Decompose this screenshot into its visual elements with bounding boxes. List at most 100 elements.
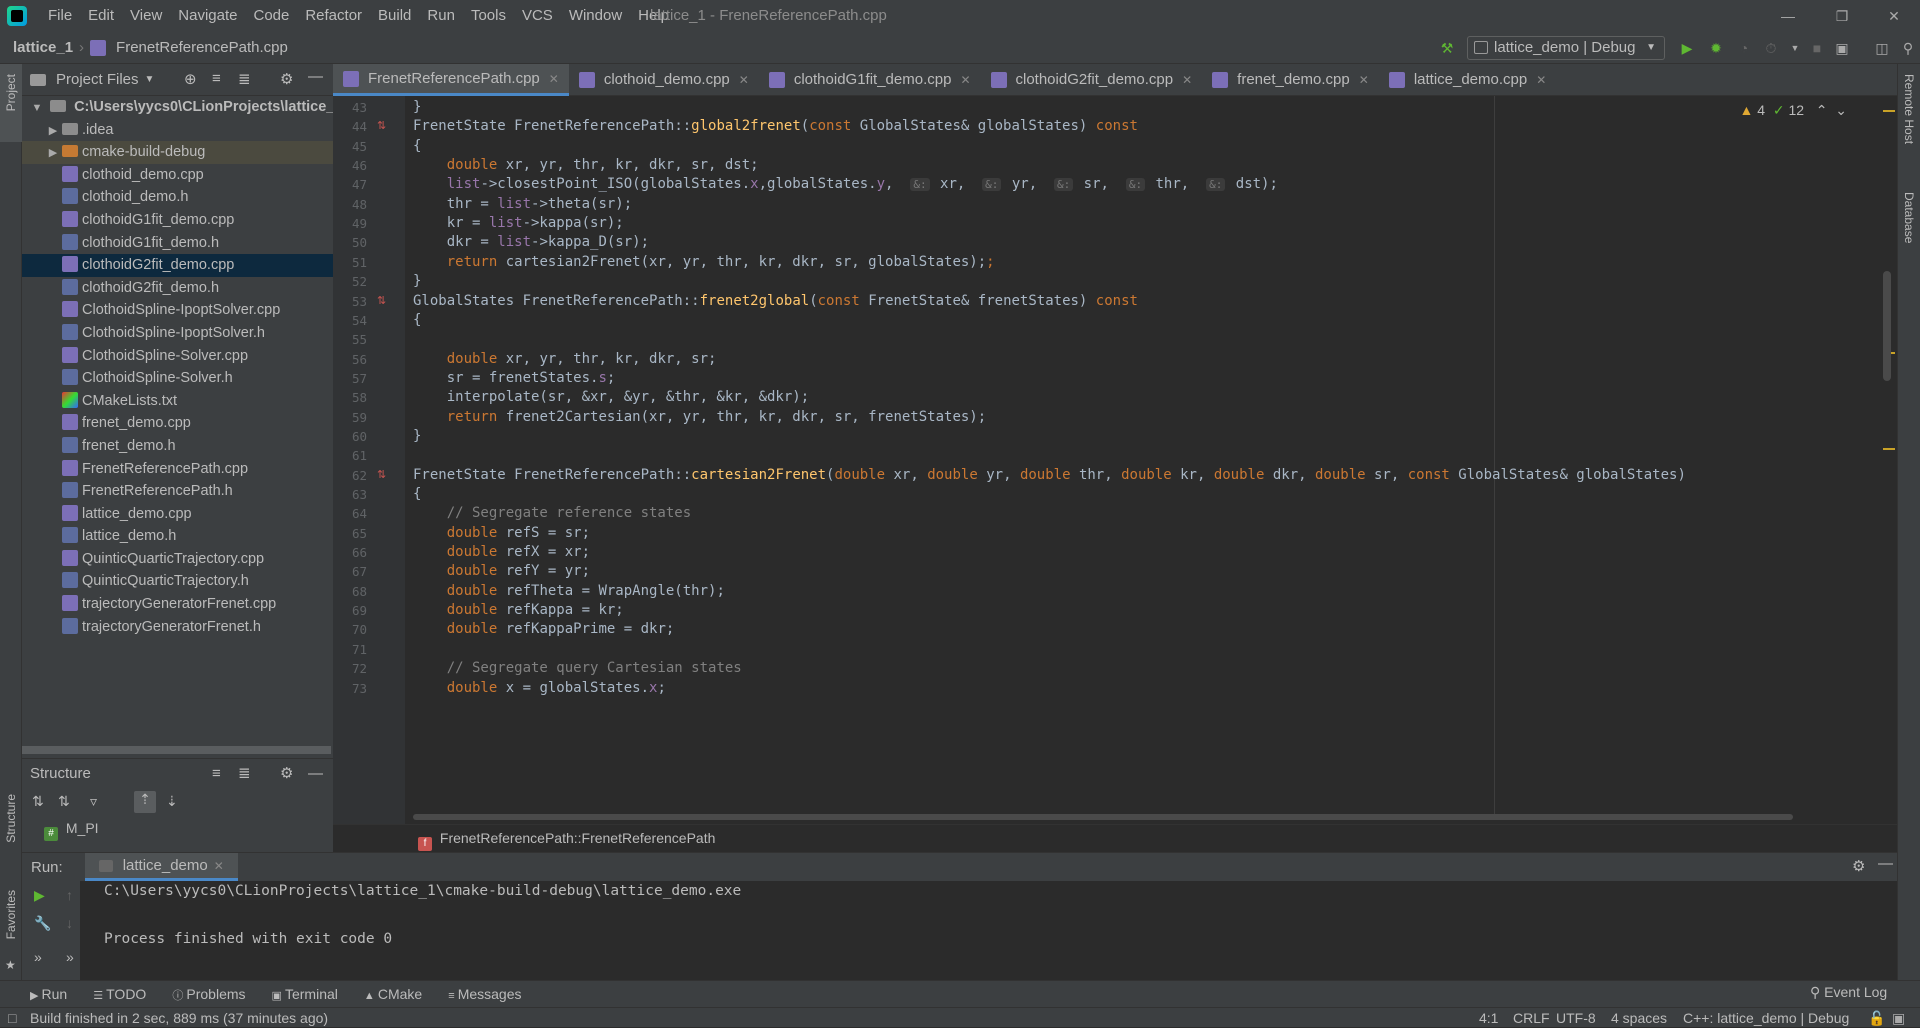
- tree-file[interactable]: trajectoryGeneratorFrenet.h: [22, 616, 333, 639]
- code-line[interactable]: return cartesian2Frenet(xr, yr, thr, kr,…: [413, 253, 995, 272]
- caret-position[interactable]: 4:1: [1479, 1008, 1498, 1028]
- menu-run[interactable]: Run: [419, 0, 463, 32]
- tab-lattice_demo-cpp[interactable]: lattice_demo.cpp ✕: [1379, 64, 1556, 96]
- sort-type-icon[interactable]: ⇅: [58, 793, 70, 810]
- bottom-tool-todo[interactable]: ☰ TODO: [93, 986, 146, 1002]
- tree-file[interactable]: lattice_demo.cpp: [22, 503, 333, 526]
- chevron-down-icon[interactable]: ▼: [145, 74, 155, 85]
- chevron-down-icon[interactable]: ⌄: [1835, 102, 1847, 118]
- run-tab[interactable]: lattice_demo ✕: [84, 852, 238, 881]
- close-tab-icon[interactable]: ✕: [960, 64, 970, 96]
- up-arrow-icon[interactable]: ↑: [66, 887, 73, 903]
- tree-file[interactable]: clothoidG1fit_demo.cpp: [22, 209, 333, 232]
- expand-all-icon[interactable]: ≡: [212, 759, 221, 789]
- project-tool-tab[interactable]: Project: [0, 64, 22, 142]
- code-line[interactable]: double refKappa = kr;: [413, 601, 624, 620]
- project-structure-icon[interactable]: ◫: [1873, 39, 1891, 57]
- code-line[interactable]: {: [413, 137, 421, 156]
- code-line[interactable]: {: [413, 485, 421, 504]
- tree-file[interactable]: trajectoryGeneratorFrenet.cpp: [22, 593, 333, 616]
- code-line[interactable]: double x = globalStates.x;: [413, 679, 666, 698]
- profile-icon[interactable]: ⏱: [1762, 39, 1780, 57]
- navigate-declaration-icon[interactable]: ⇅: [377, 466, 386, 485]
- code-line[interactable]: FrenetState FrenetReferencePath::cartesi…: [413, 466, 1686, 485]
- breadcrumb-project[interactable]: lattice_1: [13, 32, 73, 64]
- menu-file[interactable]: File: [40, 0, 80, 32]
- tree-file[interactable]: FrenetReferencePath.cpp: [22, 458, 333, 481]
- more-chevron-icon[interactable]: ▼: [1786, 39, 1804, 57]
- navigate-declaration-icon[interactable]: ⇅: [377, 292, 386, 311]
- more-icon[interactable]: »: [34, 949, 42, 965]
- locate-icon[interactable]: ⊕: [184, 70, 197, 88]
- menu-refactor[interactable]: Refactor: [297, 0, 370, 32]
- horizontal-scrollbar[interactable]: [413, 814, 1793, 820]
- bottom-tool-messages[interactable]: ≡ Messages: [448, 986, 521, 1002]
- resolve-context[interactable]: C++: lattice_demo | Debug: [1683, 1008, 1849, 1028]
- minimize-icon[interactable]: —: [1766, 0, 1810, 32]
- run-icon[interactable]: ▶: [1678, 39, 1696, 57]
- bottom-tool-problems[interactable]: ⓘ Problems: [172, 986, 245, 1003]
- tab-clothoidg1fit_demo-cpp[interactable]: clothoidG1fit_demo.cpp ✕: [759, 64, 981, 96]
- editor-breadcrumb-label[interactable]: FrenetReferencePath::FrenetReferencePath: [440, 830, 716, 846]
- menu-view[interactable]: View: [122, 0, 170, 32]
- menu-window[interactable]: Window: [561, 0, 630, 32]
- close-tab-icon[interactable]: ✕: [1359, 64, 1369, 96]
- filter-icon[interactable]: ▿: [90, 793, 97, 810]
- tree-folder[interactable]: ▶ .idea: [22, 119, 333, 142]
- code-line[interactable]: {: [413, 311, 421, 330]
- lock-icon[interactable]: 🔓: [1868, 1008, 1885, 1028]
- tree-file[interactable]: frenet_demo.cpp: [22, 412, 333, 435]
- collapse-all-icon[interactable]: ≣: [238, 759, 251, 789]
- more-icon[interactable]: »: [66, 949, 74, 965]
- code-line[interactable]: dkr = list->kappa_D(sr);: [413, 233, 649, 252]
- restore-icon[interactable]: ❐: [1820, 0, 1864, 32]
- code-line[interactable]: }: [413, 98, 421, 117]
- settings-gear-icon[interactable]: ⚙: [1852, 857, 1865, 875]
- layout-toggle-icon[interactable]: □: [8, 1008, 16, 1028]
- menu-vcs[interactable]: VCS: [514, 0, 561, 32]
- code-line[interactable]: }: [413, 427, 421, 446]
- code-line[interactable]: double xr, yr, thr, kr, dkr, sr;: [413, 350, 717, 369]
- code-line[interactable]: }: [413, 272, 421, 291]
- collapsed-arrow-icon[interactable]: ▶: [44, 142, 62, 165]
- chevron-up-icon[interactable]: ⌃: [1816, 102, 1828, 118]
- menu-tools[interactable]: Tools: [463, 0, 514, 32]
- tree-root[interactable]: ▼ C:\Users\yycs0\CLionProjects\lattice_1: [22, 96, 343, 119]
- build-hammer-icon[interactable]: ⚒: [1438, 39, 1456, 57]
- code-line[interactable]: double xr, yr, thr, kr, dkr, sr, dst;: [413, 156, 759, 175]
- navigate-declaration-icon[interactable]: ⇅: [377, 117, 386, 136]
- event-log-button[interactable]: ⚲ Event Log: [1810, 984, 1887, 1001]
- stop-icon[interactable]: ■: [1808, 39, 1826, 57]
- project-view-select[interactable]: Project Files: [56, 71, 139, 88]
- code-line[interactable]: return frenet2Cartesian(xr, yr, thr, kr,…: [413, 408, 986, 427]
- remote-host-tab[interactable]: Remote Host: [1898, 74, 1920, 194]
- file-encoding[interactable]: UTF-8: [1556, 1008, 1596, 1028]
- code-line[interactable]: GlobalStates FrenetReferencePath::frenet…: [413, 292, 1138, 311]
- tree-file[interactable]: lattice_demo.h: [22, 525, 333, 548]
- coverage-icon[interactable]: ◔: [1735, 39, 1753, 57]
- tree-file[interactable]: CMakeLists.txt: [22, 390, 333, 413]
- collapsed-arrow-icon[interactable]: ▶: [44, 120, 62, 143]
- autoscroll-to-source-icon[interactable]: ⇡: [134, 791, 156, 813]
- code-line[interactable]: // Segregate query Cartesian states: [413, 659, 742, 678]
- close-icon[interactable]: ✕: [1872, 0, 1916, 32]
- tree-file[interactable]: ClothoidSpline-IpoptSolver.cpp: [22, 299, 333, 322]
- tree-file[interactable]: FrenetReferencePath.h: [22, 480, 333, 503]
- sort-alpha-icon[interactable]: ⇅: [32, 793, 44, 810]
- close-tab-icon[interactable]: ✕: [214, 852, 224, 880]
- code-line[interactable]: double refX = xr;: [413, 543, 590, 562]
- structure-item[interactable]: # M_PI: [22, 817, 333, 841]
- autoscroll-from-source-icon[interactable]: ⇣: [166, 793, 178, 810]
- output-scrollbar[interactable]: [1895, 881, 1897, 981]
- breadcrumb-file[interactable]: FrenetReferencePath.cpp: [116, 32, 288, 64]
- close-tab-icon[interactable]: ✕: [549, 63, 559, 95]
- close-tab-icon[interactable]: ✕: [739, 64, 749, 96]
- error-stripe-mark[interactable]: [1883, 110, 1895, 112]
- tree-file[interactable]: ClothoidSpline-IpoptSolver.h: [22, 322, 333, 345]
- down-arrow-icon[interactable]: ↓: [66, 915, 73, 931]
- close-tab-icon[interactable]: ✕: [1182, 64, 1192, 96]
- settings-gear-icon[interactable]: ⚙: [280, 70, 293, 88]
- run-anything-icon[interactable]: ▣: [1833, 39, 1851, 57]
- tree-folder[interactable]: ▶ cmake-build-debug: [22, 141, 333, 164]
- menu-navigate[interactable]: Navigate: [170, 0, 245, 32]
